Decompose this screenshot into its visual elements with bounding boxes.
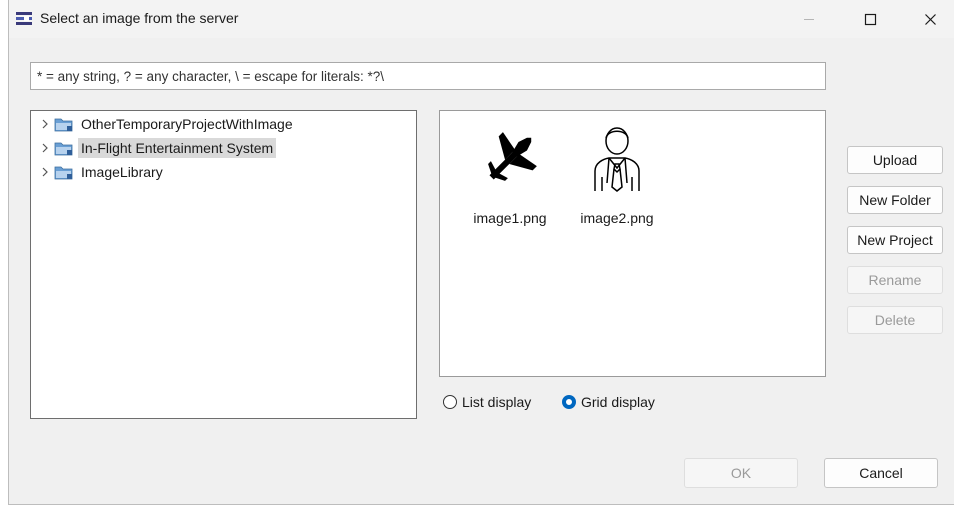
cancel-button[interactable]: Cancel [824,458,938,488]
businessman-icon [594,127,640,192]
rename-button[interactable]: Rename [847,266,943,294]
project-folder-icon [54,142,73,156]
window-title: Select an image from the server [40,10,239,26]
upload-button[interactable]: Upload [847,146,943,174]
new-project-button[interactable]: New Project [847,226,943,254]
chevron-right-icon[interactable] [40,166,50,178]
tree-item-label: OtherTemporaryProjectWithImage [81,116,293,132]
radio-unchecked-icon[interactable] [443,395,457,409]
dialog-app-icon [16,12,32,25]
grid-item-image1[interactable]: image1.png [460,123,560,226]
minimize-button[interactable] [786,0,832,38]
chevron-right-icon[interactable] [40,118,50,130]
ok-button[interactable]: OK [684,458,798,488]
filter-input[interactable] [30,62,826,90]
tree-item-label: In-Flight Entertainment System [78,138,277,158]
tree-item-label: ImageLibrary [81,164,163,180]
radio-list-display[interactable]: List display [443,391,531,413]
airplane-icon [488,132,537,181]
minimize-icon [804,19,814,20]
maximize-icon [864,13,876,25]
image-file-name: image1.png [473,210,547,226]
image-grid: image1.png image2.png [439,110,826,377]
chevron-right-icon[interactable] [40,142,50,154]
project-folder-icon [54,118,73,132]
close-icon [924,13,936,25]
new-folder-button[interactable]: New Folder [847,186,943,214]
radio-checked-icon[interactable] [562,395,576,409]
maximize-button[interactable] [847,0,893,38]
project-tree[interactable]: OtherTemporaryProjectWithImage In-Flight… [30,110,417,419]
close-button[interactable] [907,0,953,38]
project-folder-icon [54,166,73,180]
radio-grid-display[interactable]: Grid display [562,391,655,413]
grid-item-image2[interactable]: image2.png [567,123,667,226]
image-file-name: image2.png [580,210,654,226]
radio-label: List display [462,394,532,410]
delete-button[interactable]: Delete [847,306,943,334]
radio-label: Grid display [581,394,655,410]
dialog-window: Select an image from the server * = any … [8,0,954,505]
title-bar[interactable]: Select an image from the server [9,0,954,38]
